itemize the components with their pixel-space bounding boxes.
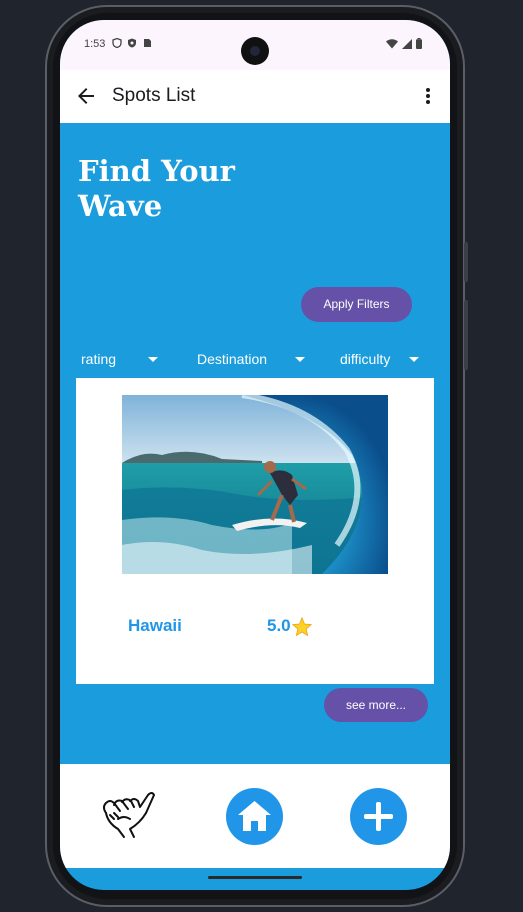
filter-destination-label: Destination	[197, 351, 268, 367]
filter-rating-label: rating	[81, 351, 117, 367]
add-button[interactable]	[350, 788, 407, 845]
power-button	[464, 242, 468, 282]
filter-destination-dropdown[interactable]: Destination	[197, 348, 309, 370]
more-vert-icon[interactable]	[416, 84, 440, 108]
arrow-back-icon[interactable]	[74, 84, 98, 108]
status-right-icons	[386, 38, 422, 49]
battery-icon	[416, 38, 422, 49]
filter-rating-dropdown[interactable]: rating	[81, 348, 161, 370]
spot-location: Hawaii	[128, 616, 182, 635]
signal-icon	[402, 38, 412, 49]
apply-filters-button[interactable]: Apply Filters	[301, 287, 412, 322]
hero-title-line1: Find Your	[78, 154, 235, 188]
hero-title: Find Your Wave	[78, 154, 278, 224]
filter-difficulty-label: difficulty	[340, 351, 391, 367]
chevron-down-icon	[409, 357, 419, 362]
app-bar: Spots List	[60, 70, 450, 123]
home-button[interactable]	[226, 788, 283, 845]
wifi-icon	[386, 38, 398, 48]
gesture-home-indicator[interactable]	[208, 876, 302, 879]
chevron-down-icon	[148, 357, 158, 362]
vpn-icon	[128, 38, 136, 48]
add-icon	[364, 802, 393, 831]
spot-rating: 5.0	[267, 616, 312, 636]
front-camera	[241, 37, 269, 65]
chevron-down-icon	[295, 357, 305, 362]
hero-title-line2: Wave	[78, 189, 163, 223]
page-title: Spots List	[112, 85, 196, 106]
sim-icon	[144, 39, 151, 47]
filter-difficulty-dropdown[interactable]: difficulty	[340, 348, 422, 370]
status-left-icons	[112, 38, 152, 48]
status-bar: 1:53	[60, 20, 450, 70]
spot-rating-value: 5.0	[267, 616, 291, 635]
volume-button	[464, 300, 468, 370]
bottom-nav	[60, 764, 450, 868]
spot-image	[122, 395, 388, 574]
home-icon	[238, 801, 271, 831]
spot-card[interactable]: Hawaii 5.0	[76, 378, 434, 684]
phone-screen: 1:53 Spots List Find Your Wave Apply Fil…	[60, 20, 450, 890]
star-icon	[291, 616, 312, 636]
shaka-icon[interactable]	[100, 789, 162, 841]
status-time: 1:53	[84, 38, 106, 50]
see-more-button[interactable]: see more...	[324, 688, 428, 722]
shield-icon	[112, 38, 122, 48]
